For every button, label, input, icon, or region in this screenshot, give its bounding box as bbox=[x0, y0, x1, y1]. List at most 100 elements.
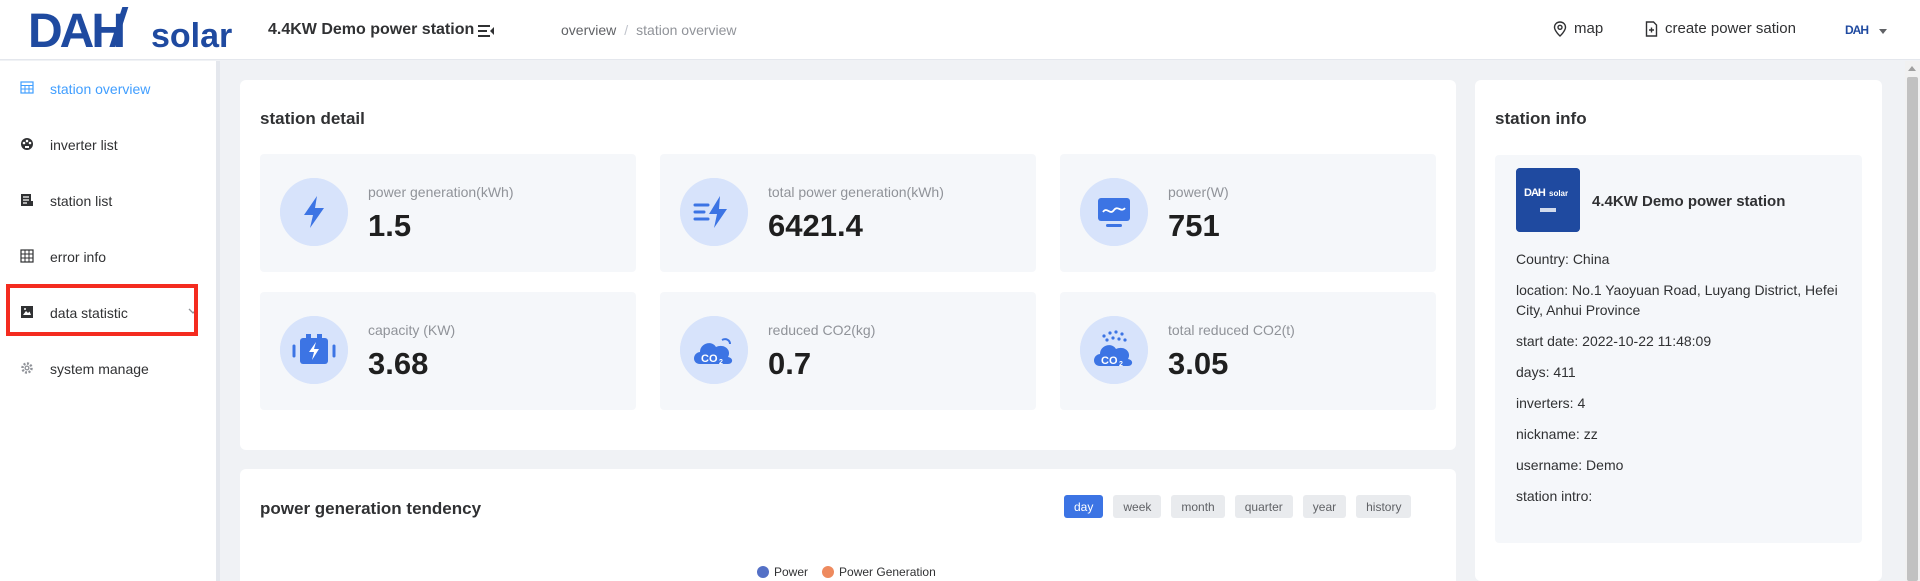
battery-icon bbox=[280, 316, 348, 384]
period-tabs: day week month quarter year history bbox=[1064, 495, 1412, 518]
info-value: Demo bbox=[1586, 457, 1624, 473]
info-station-intro: station intro: bbox=[1516, 486, 1856, 506]
sidebar-item-data-statistic[interactable]: data statistic bbox=[0, 293, 216, 333]
co2-cloud-icon: CO 2 bbox=[680, 316, 748, 384]
co2-cloud-dots-icon: CO 2 bbox=[1080, 316, 1148, 384]
stat-value: 751 bbox=[1168, 208, 1220, 243]
info-value: 2022-10-22 11:48:09 bbox=[1582, 333, 1712, 349]
station-detail-title: station detail bbox=[260, 109, 365, 128]
map-link[interactable]: map bbox=[1553, 20, 1603, 37]
svg-text:DAH: DAH bbox=[1845, 23, 1868, 36]
svg-text:CO: CO bbox=[701, 353, 718, 365]
tab-week[interactable]: week bbox=[1113, 495, 1162, 518]
info-key: location: bbox=[1516, 282, 1569, 298]
info-days: days: 411 bbox=[1516, 362, 1856, 382]
info-key: start date: bbox=[1516, 333, 1579, 349]
sidebar: station overview inverter list station l… bbox=[0, 61, 220, 581]
sidebar-item-station-list[interactable]: station list bbox=[0, 181, 216, 221]
table-icon bbox=[20, 81, 34, 94]
map-label: map bbox=[1574, 20, 1604, 37]
user-avatar-menu[interactable]: DAH bbox=[1845, 22, 1887, 36]
sidebar-item-label: error info bbox=[50, 249, 107, 265]
gauge-icon bbox=[21, 138, 33, 150]
info-location: location: No.1 Yaoyuan Road, Luyang Dist… bbox=[1516, 280, 1856, 320]
stat-label: power(W) bbox=[1168, 184, 1229, 200]
stat-label: total reduced CO2(t) bbox=[1168, 322, 1295, 338]
stat-total-power-generation: total power generation(kWh) 6421.4 bbox=[660, 154, 1036, 272]
info-inverters: inverters: 4 bbox=[1516, 393, 1856, 413]
info-username: username: Demo bbox=[1516, 455, 1856, 475]
svg-text:DAH: DAH bbox=[1524, 187, 1546, 199]
svg-text:2: 2 bbox=[719, 359, 723, 366]
info-value: 411 bbox=[1553, 364, 1576, 380]
gear-icon bbox=[21, 362, 33, 374]
fast-bolt-icon bbox=[680, 178, 748, 246]
info-nickname: nickname: zz bbox=[1516, 424, 1856, 444]
sidebar-item-label: inverter list bbox=[50, 137, 118, 153]
svg-text:solar: solar bbox=[151, 17, 232, 55]
sidebar-item-label: station overview bbox=[50, 81, 151, 97]
stat-power-generation: power generation(kWh) 1.5 bbox=[260, 154, 636, 272]
top-header: DAH solar 4.4KW Demo power station overv… bbox=[0, 0, 1920, 60]
caret-down-icon bbox=[1879, 28, 1887, 34]
stat-value: 0.7 bbox=[768, 346, 812, 381]
station-logo-image: DAH solar bbox=[1516, 168, 1580, 232]
legend-label: Power bbox=[774, 565, 809, 579]
tab-day[interactable]: day bbox=[1064, 495, 1104, 518]
image-icon bbox=[21, 306, 33, 318]
avatar-logo: DAH bbox=[1845, 23, 1869, 36]
tab-month[interactable]: month bbox=[1171, 495, 1225, 518]
breadcrumb-overview[interactable]: overview bbox=[561, 22, 616, 38]
scrollbar-thumb[interactable] bbox=[1907, 77, 1918, 581]
legend-dot bbox=[822, 566, 835, 578]
info-value: China bbox=[1572, 251, 1610, 267]
scroll-up-arrow-icon[interactable] bbox=[1908, 66, 1916, 71]
info-country: Country: China bbox=[1516, 249, 1856, 269]
bolt-icon bbox=[280, 178, 348, 246]
legend-label: Power Generation bbox=[839, 565, 936, 579]
stat-power: power(W) 751 bbox=[1060, 154, 1436, 272]
info-value: zz bbox=[1583, 426, 1598, 442]
info-start-date: start date: 2022-10-22 11:48:09 bbox=[1516, 331, 1856, 351]
stat-label: total power generation(kWh) bbox=[768, 184, 944, 200]
tab-year[interactable]: year bbox=[1302, 495, 1347, 518]
info-value: 4 bbox=[1577, 395, 1586, 411]
dah-solar-logo[interactable]: DAH solar bbox=[28, 5, 253, 55]
grid-icon bbox=[20, 249, 34, 263]
sidebar-item-error-info[interactable]: error info bbox=[0, 237, 216, 277]
info-key: username: bbox=[1516, 457, 1583, 473]
tab-history[interactable]: history bbox=[1356, 495, 1412, 518]
list-icon bbox=[21, 194, 33, 206]
stat-value: 6421.4 bbox=[768, 208, 863, 243]
sidebar-item-inverter-list[interactable]: inverter list bbox=[0, 125, 216, 165]
info-key: inverters: bbox=[1516, 395, 1574, 411]
stat-label: power generation(kWh) bbox=[368, 184, 514, 200]
stat-reduced-co2: CO 2 reduced CO2(kg) 0.7 bbox=[660, 292, 1036, 410]
stat-value: 1.5 bbox=[368, 208, 412, 243]
svg-text:solar: solar bbox=[1549, 189, 1568, 198]
info-key: nickname: bbox=[1516, 426, 1580, 442]
sidebar-item-station-overview[interactable]: station overview bbox=[0, 69, 216, 109]
menu-fold-icon[interactable] bbox=[477, 22, 495, 40]
legend-dot bbox=[757, 566, 769, 578]
station-title: 4.4KW Demo power station bbox=[268, 21, 475, 38]
create-station-link[interactable]: create power sation bbox=[1645, 20, 1796, 37]
info-key: station intro: bbox=[1516, 488, 1593, 504]
svg-text:CO: CO bbox=[1101, 355, 1118, 367]
stat-total-reduced-co2: CO 2 total reduced CO2(t) 3.05 bbox=[1060, 292, 1436, 410]
stat-label: reduced CO2(kg) bbox=[768, 322, 876, 338]
tab-quarter[interactable]: quarter bbox=[1234, 495, 1293, 518]
info-key: Country: bbox=[1516, 251, 1569, 267]
stat-value: 3.68 bbox=[368, 346, 429, 381]
info-key: days: bbox=[1516, 364, 1550, 380]
create-station-label: create power sation bbox=[1665, 20, 1796, 37]
breadcrumb: overview / station overview bbox=[561, 22, 737, 38]
chart-legend: Power Power Generation bbox=[757, 565, 936, 579]
breadcrumb-separator: / bbox=[624, 22, 629, 38]
sidebar-item-system-manage[interactable]: system manage bbox=[0, 349, 216, 389]
tendency-title: power generation tendency bbox=[260, 499, 482, 518]
legend-item-power-generation[interactable]: Power Generation bbox=[822, 565, 936, 579]
legend-item-power[interactable]: Power bbox=[757, 565, 808, 579]
station-name: 4.4KW Demo power station bbox=[1592, 193, 1786, 210]
stat-label: capacity (KW) bbox=[368, 322, 456, 338]
